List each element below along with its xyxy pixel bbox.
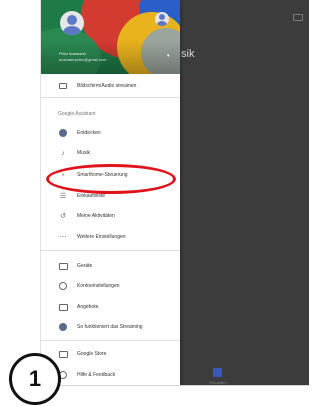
menu-item-label: Musik [77, 150, 91, 156]
tutorial-screenshot: sik Erkunden Prinz Ausmann ausmannprinz@… [0, 0, 309, 406]
account-name: Prinz Ausmann [59, 51, 86, 56]
menu-item-label: Hilfe & Feedback [77, 372, 116, 378]
cast-icon[interactable] [293, 14, 303, 21]
menu-item-cast-screen[interactable]: Bildschirm/Audio streamen [41, 80, 180, 92]
explore-tab-label[interactable]: Erkunden [203, 380, 233, 385]
cast-icon [58, 81, 68, 91]
divider [41, 250, 180, 251]
step-badge: 1 [9, 353, 61, 405]
menu-item-label: Geräte [77, 263, 93, 269]
avatar[interactable] [60, 11, 84, 35]
streaming-help-icon [58, 322, 68, 332]
menu-item-kontoeinstellungen[interactable]: Kontoeinstellungen [41, 280, 180, 292]
menu-item-geraete[interactable]: Geräte [41, 260, 180, 272]
menu-item-label: So funktioniert das Streaming [77, 324, 143, 330]
menu-item-google-store[interactable]: Google Store [41, 348, 180, 360]
explore-tab-icon[interactable] [213, 368, 222, 377]
phone-screen: sik Erkunden Prinz Ausmann ausmannprinz@… [40, 0, 309, 386]
menu-item-streaming-hilfe[interactable]: So funktioniert das Streaming [41, 321, 180, 333]
explore-icon [58, 128, 68, 138]
divider [41, 97, 180, 98]
highlight-annotation [46, 164, 176, 194]
more-icon: ⋯ [59, 233, 67, 241]
account-email: ausmannprinz@gmail.com [59, 57, 107, 62]
menu-item-label: Meine Aktivitäten [77, 213, 115, 219]
divider [41, 340, 180, 341]
menu-item-label: Entdecken [77, 130, 101, 136]
section-title-assistant: Google Assistant [58, 111, 96, 117]
background-title: sik [181, 48, 195, 60]
menu-item-label: Kontoeinstellungen [77, 283, 120, 289]
menu-item-label: Google Store [77, 351, 107, 357]
menu-item-musik[interactable]: ♪ Musik [41, 147, 180, 159]
account-dropdown-icon[interactable]: ▾ [167, 53, 170, 59]
navigation-drawer: Prinz Ausmann ausmannprinz@gmail.com ▾ B… [41, 0, 180, 385]
step-number: 1 [28, 366, 42, 391]
store-icon [58, 349, 68, 359]
menu-item-entdecken[interactable]: Entdecken [41, 127, 180, 139]
menu-item-label: Bildschirm/Audio streamen [77, 83, 137, 89]
account-icon [58, 281, 68, 291]
menu-item-hilfe-feedback[interactable]: Hilfe & Feedback [41, 369, 180, 381]
menu-item-angebote[interactable]: Angebote [41, 301, 180, 313]
secondary-avatar[interactable] [155, 12, 169, 26]
music-note-icon: ♪ [61, 149, 65, 157]
menu-item-label: Angebote [77, 304, 99, 310]
devices-icon [58, 261, 68, 271]
history-icon: ↺ [60, 212, 66, 220]
menu-item-label: Einkaufsliste [77, 193, 106, 199]
background-app [180, 0, 309, 385]
drawer-header: Prinz Ausmann ausmannprinz@gmail.com ▾ [41, 0, 180, 74]
menu-item-weitere-einstellungen[interactable]: ⋯ Weitere Einstellungen [41, 231, 180, 243]
menu-item-label: Weitere Einstellungen [77, 234, 126, 240]
offers-icon [58, 302, 68, 312]
list-icon: ☰ [59, 192, 67, 200]
menu-item-aktivitaeten[interactable]: ↺ Meine Aktivitäten [41, 210, 180, 222]
